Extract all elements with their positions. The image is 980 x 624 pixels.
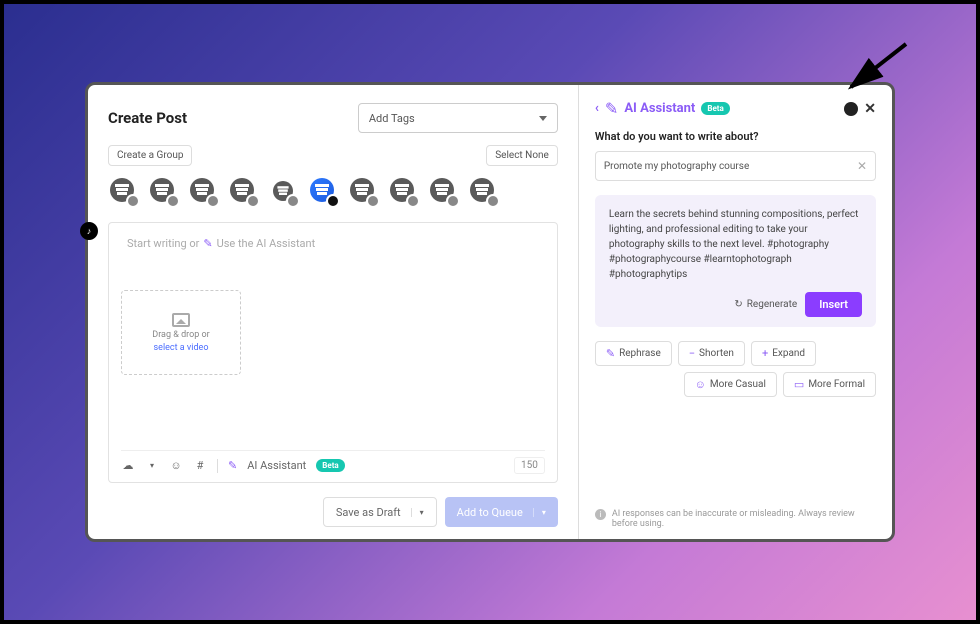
ai-assistant-toolbar-label[interactable]: AI Assistant	[247, 459, 306, 472]
panel-controls: ✕	[844, 101, 876, 117]
info-icon: i	[595, 509, 606, 520]
add-to-queue-caret[interactable]: ▾	[533, 508, 546, 517]
more-casual-label: More Casual	[710, 379, 766, 390]
rephrase-label: Rephrase	[619, 348, 661, 359]
generation-actions: ↻ Regenerate Insert	[609, 292, 862, 317]
add-to-queue-button[interactable]: Add to Queue ▾	[445, 497, 558, 527]
save-draft-caret[interactable]: ▾	[411, 508, 424, 517]
more-formal-label: More Formal	[808, 379, 865, 390]
network-twitter[interactable]	[108, 176, 140, 208]
clear-prompt-icon[interactable]: ✕	[857, 159, 867, 173]
add-to-queue-label: Add to Queue	[457, 506, 523, 519]
emoji-icon[interactable]: ☺	[169, 459, 183, 473]
network-linkedin[interactable]	[228, 176, 260, 208]
plus-icon: +	[762, 347, 768, 360]
ai-wand-icon: ✎	[605, 99, 618, 118]
rephrase-button[interactable]: ✎ Rephrase	[595, 341, 672, 366]
save-draft-label: Save as Draft	[336, 506, 401, 519]
image-icon	[172, 313, 190, 327]
add-tags-label: Add Tags	[369, 112, 415, 125]
page-title: Create Post	[108, 109, 187, 127]
chevron-down-icon	[539, 116, 547, 121]
tiktok-icon: ♪	[80, 222, 98, 240]
network-pinterest[interactable]	[348, 176, 380, 208]
char-count: 150	[514, 457, 545, 474]
back-button[interactable]: ‹	[595, 101, 599, 116]
group-row: Create a Group Select None	[108, 145, 558, 166]
divider	[217, 459, 218, 473]
insert-button[interactable]: Insert	[805, 292, 862, 317]
transform-tools-row-2: ☺ More Casual ▭ More Formal	[595, 372, 876, 397]
shorten-button[interactable]: −Shorten	[678, 341, 745, 366]
beta-badge: Beta	[316, 459, 344, 472]
network-selector-row	[108, 176, 558, 208]
network-other[interactable]	[468, 176, 500, 208]
regenerate-label: Regenerate	[747, 297, 797, 312]
network-youtube[interactable]	[268, 176, 300, 208]
more-formal-button[interactable]: ▭ More Formal	[783, 372, 876, 397]
add-tags-dropdown[interactable]: Add Tags	[358, 103, 558, 133]
casual-icon: ☺	[695, 378, 706, 391]
save-draft-button[interactable]: Save as Draft ▾	[323, 497, 437, 527]
left-header: Create Post Add Tags	[108, 103, 558, 133]
network-gbp[interactable]	[388, 176, 420, 208]
disclaimer-text: AI responses can be inaccurate or mislea…	[612, 509, 876, 529]
refresh-icon: ↻	[734, 297, 742, 312]
create-post-panel: Create Post Add Tags Create a Group Sele…	[88, 85, 579, 539]
left-footer: Save as Draft ▾ Add to Queue ▾	[108, 497, 558, 527]
hashtag-icon[interactable]: #	[193, 459, 207, 473]
ai-title: AI Assistant	[624, 101, 695, 116]
select-video-link[interactable]: select a video	[154, 343, 209, 353]
network-mastodon[interactable]	[428, 176, 460, 208]
cloud-icon[interactable]: ☁	[121, 459, 135, 473]
expand-icon[interactable]	[844, 102, 858, 116]
generated-result-box: Learn the secrets behind stunning compos…	[595, 195, 876, 327]
shorten-label: Shorten	[699, 348, 734, 359]
ai-assistant-panel: ‹ ✎ AI Assistant Beta ✕ What do you want…	[579, 85, 892, 539]
rephrase-icon: ✎	[606, 347, 615, 360]
regenerate-button[interactable]: ↻ Regenerate	[734, 297, 797, 312]
generated-text: Learn the secrets behind stunning compos…	[609, 207, 862, 282]
prompt-question: What do you want to write about?	[595, 130, 876, 143]
editor-header: ♪	[80, 222, 558, 240]
expand-label: Expand	[772, 348, 805, 359]
editor-toolbar: ☁ ▾ ☺ # ✎ AI Assistant Beta 150	[121, 450, 545, 474]
select-none-button[interactable]: Select None	[486, 145, 558, 166]
prompt-input[interactable]: Promote my photography course ✕	[595, 151, 876, 181]
more-casual-button[interactable]: ☺ More Casual	[684, 372, 777, 397]
dropzone-text-1: Drag & drop or	[152, 330, 209, 340]
media-dropzone[interactable]: Drag & drop or select a video	[121, 290, 241, 375]
prompt-value: Promote my photography course	[604, 161, 749, 172]
app-window: Create Post Add Tags Create a Group Sele…	[85, 82, 895, 542]
transform-tools-row-1: ✎ Rephrase −Shorten + Expand	[595, 341, 876, 366]
ai-beta-badge: Beta	[701, 102, 729, 115]
chevron-down-small-icon[interactable]: ▾	[145, 459, 159, 473]
close-icon[interactable]: ✕	[864, 101, 876, 117]
ai-header: ‹ ✎ AI Assistant Beta ✕	[595, 99, 876, 118]
formal-icon: ▭	[794, 378, 804, 391]
minus-icon: −	[689, 347, 695, 360]
network-facebook[interactable]	[188, 176, 220, 208]
create-group-button[interactable]: Create a Group	[108, 145, 192, 166]
network-tiktok-selected[interactable]	[308, 176, 340, 208]
expand-button[interactable]: + Expand	[751, 341, 816, 366]
network-instagram[interactable]	[148, 176, 180, 208]
ai-pencil-icon: ✎	[228, 459, 237, 472]
ai-disclaimer: i AI responses can be inaccurate or misl…	[595, 499, 876, 529]
post-editor[interactable]: Start writing or ✎ Use the AI Assistant …	[108, 222, 558, 483]
